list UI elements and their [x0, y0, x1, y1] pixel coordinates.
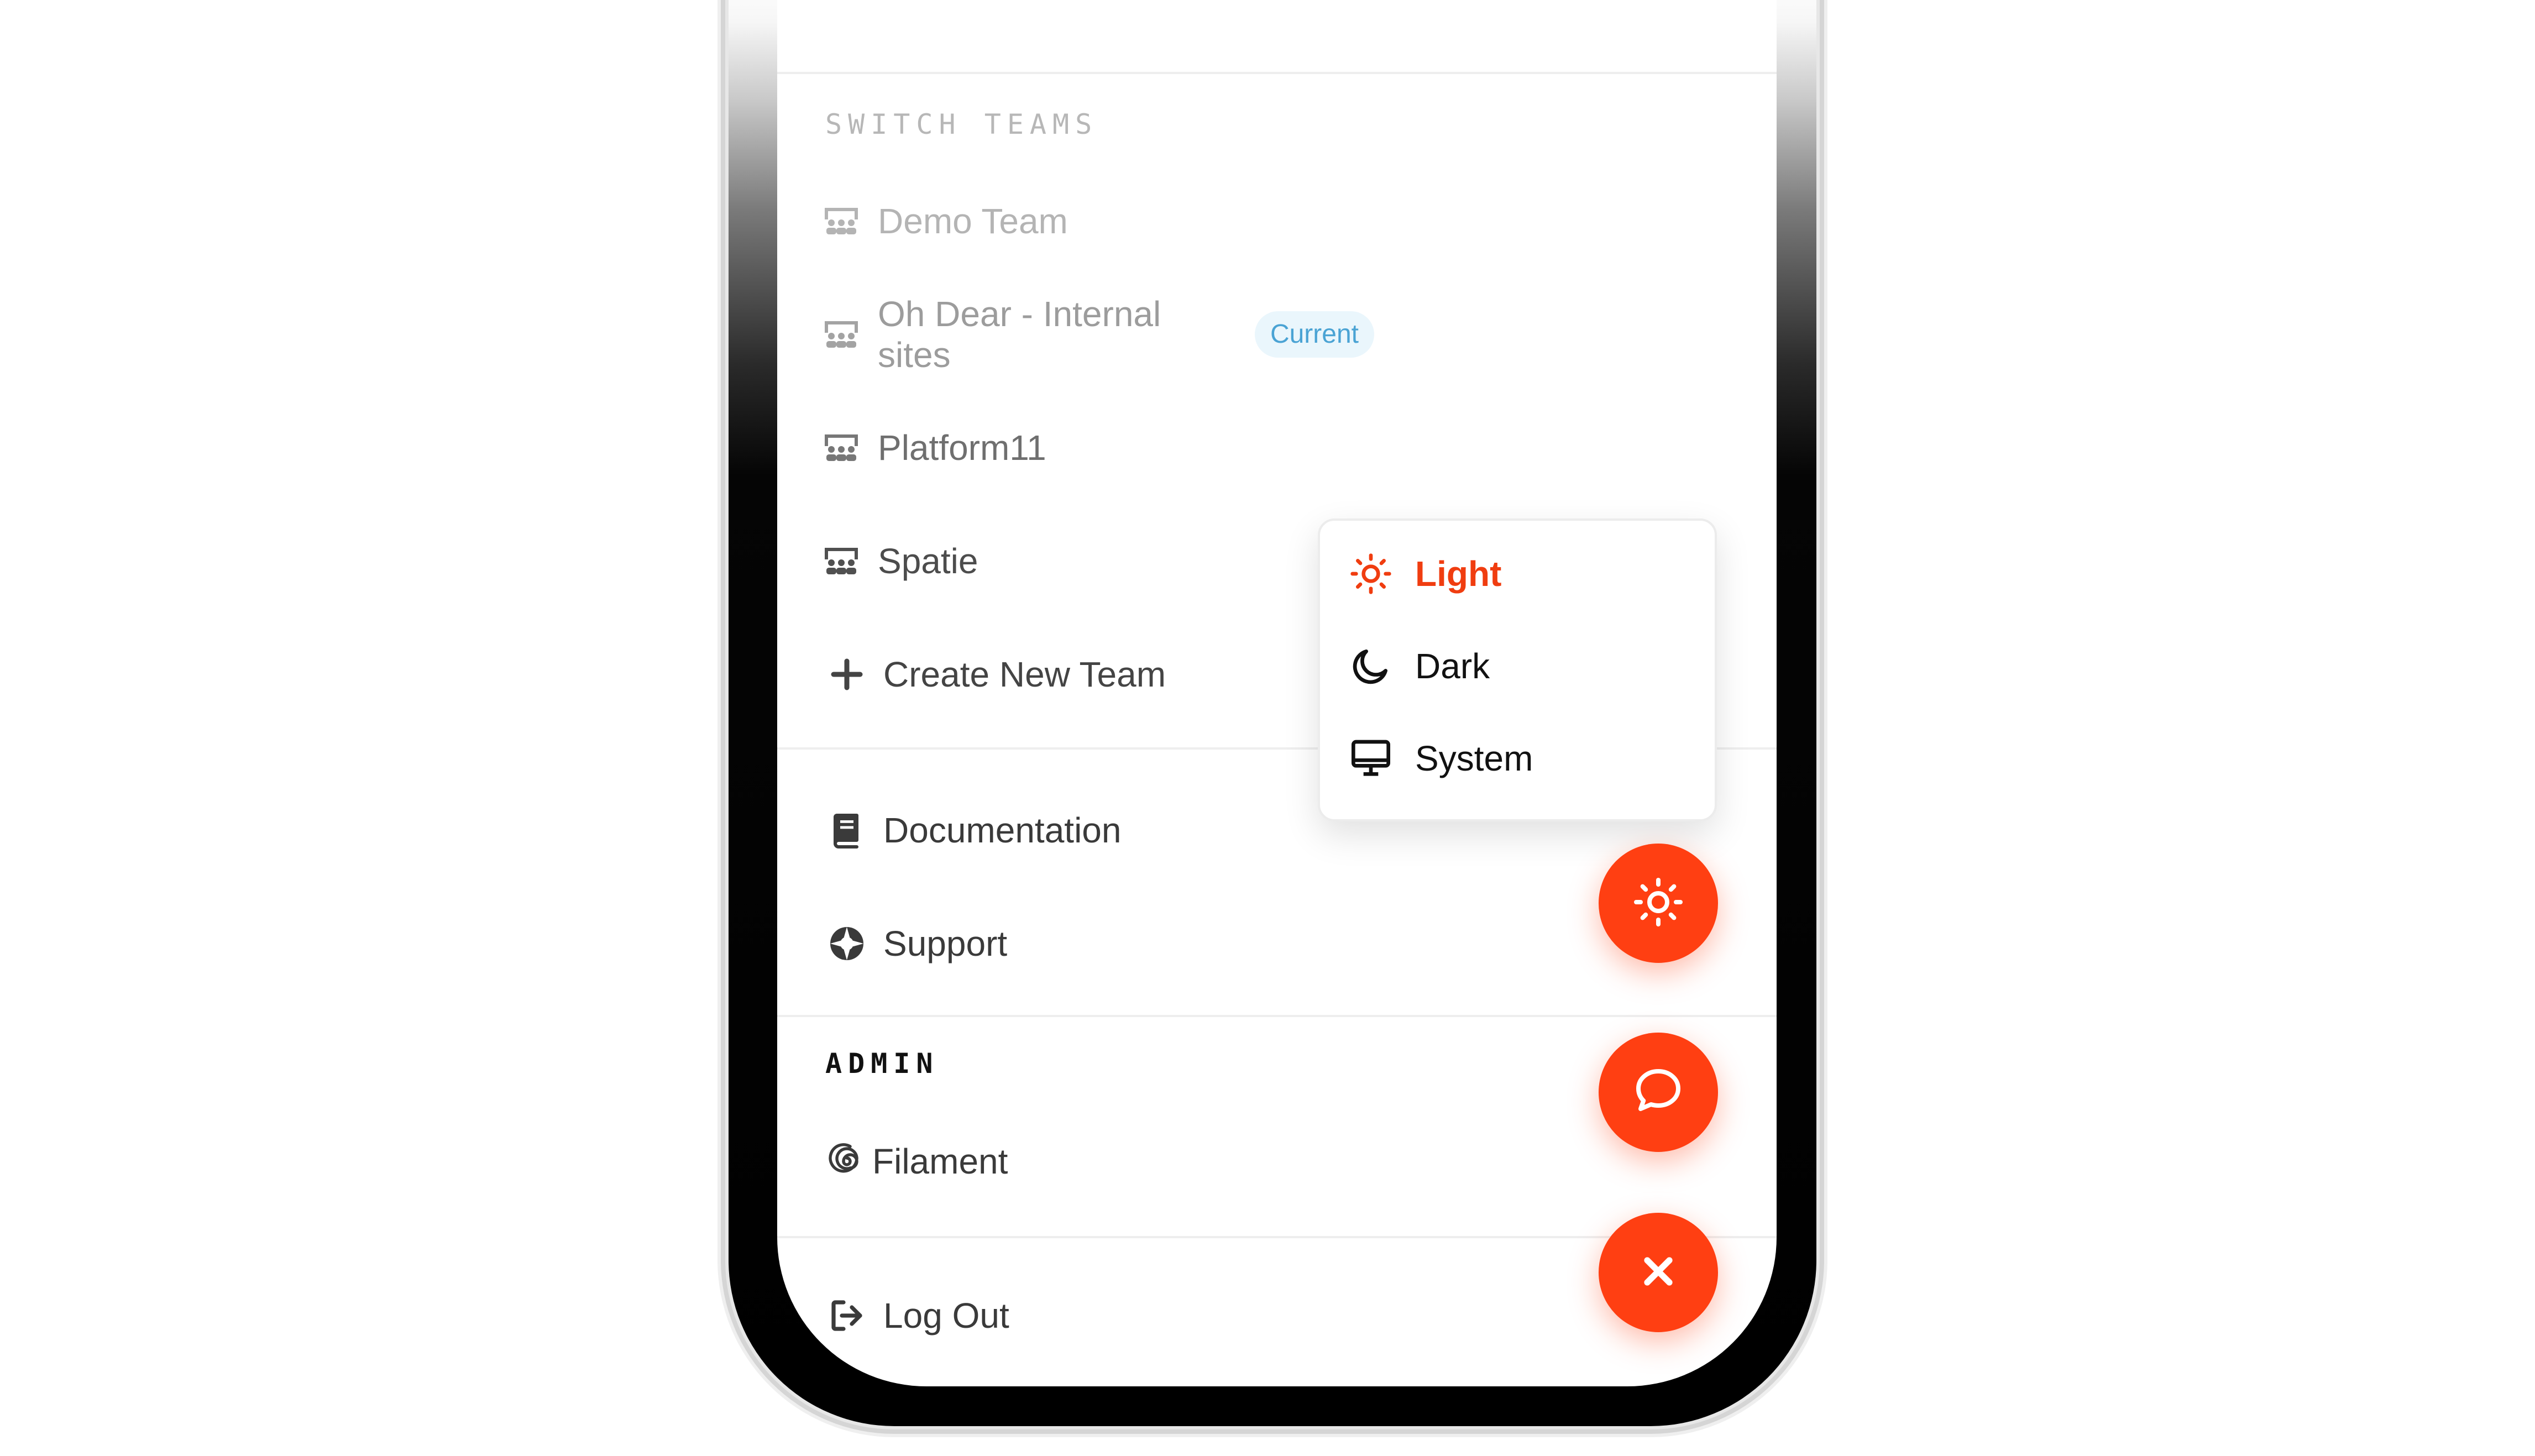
- logout-icon: [827, 1296, 867, 1335]
- close-icon: [1632, 1245, 1685, 1301]
- sun-icon: [1632, 876, 1685, 931]
- team-item-demo-team[interactable]: Demo Team: [821, 191, 1374, 252]
- filament-link[interactable]: Filament: [827, 1131, 1380, 1192]
- theme-option-label: Dark: [1415, 646, 1490, 686]
- team-item-label: Demo Team: [878, 201, 1068, 241]
- team-item-oh-dear-internal-sites[interactable]: Oh Dear - Internal sites Current: [821, 294, 1374, 375]
- theme-menu: Light Dark System: [1318, 518, 1717, 821]
- theme-option-label: Light: [1415, 554, 1502, 594]
- plus-icon: [827, 654, 867, 694]
- documentation-link[interactable]: Documentation: [827, 800, 1380, 861]
- theme-option-label: System: [1415, 739, 1533, 778]
- book-icon: [827, 810, 867, 850]
- team-item-platform11[interactable]: Platform11: [821, 417, 1374, 478]
- create-new-team-label: Create New Team: [883, 654, 1166, 694]
- team-item-label: Oh Dear - Internal sites: [878, 294, 1161, 375]
- top-divider: [777, 72, 1777, 74]
- current-team-badge: Current: [1254, 311, 1374, 358]
- chat-bubble-icon: [1632, 1065, 1685, 1120]
- monitor-icon: [1349, 736, 1393, 781]
- team-icon: [821, 541, 861, 581]
- switch-teams-heading: SWITCH TEAMS: [825, 108, 1098, 140]
- team-icon: [821, 428, 861, 468]
- support-link[interactable]: Support: [827, 913, 1380, 974]
- moon-icon: [1349, 644, 1393, 688]
- close-menu-button[interactable]: [1599, 1213, 1718, 1332]
- team-icon: [821, 201, 861, 241]
- filament-label: Filament: [872, 1141, 1008, 1181]
- chat-button[interactable]: [1599, 1033, 1718, 1152]
- logout-label: Log Out: [883, 1296, 1009, 1335]
- theme-option-system[interactable]: System: [1349, 725, 1691, 792]
- theme-toggle-button[interactable]: [1599, 844, 1718, 963]
- create-new-team-button[interactable]: Create New Team: [827, 644, 1380, 705]
- lifebuoy-icon: [827, 924, 867, 963]
- sun-icon: [1349, 552, 1393, 596]
- team-item-spatie[interactable]: Spatie: [821, 531, 1374, 591]
- team-item-label: Spatie: [878, 541, 978, 581]
- theme-option-dark[interactable]: Dark: [1349, 633, 1691, 699]
- documentation-label: Documentation: [883, 810, 1122, 850]
- theme-option-light[interactable]: Light: [1349, 541, 1691, 607]
- logout-button[interactable]: Log Out: [827, 1285, 1380, 1346]
- admin-heading: ADMIN: [825, 1048, 939, 1080]
- resources-divider: [777, 1015, 1777, 1017]
- filament-logo-icon: [827, 1141, 867, 1181]
- support-label: Support: [883, 924, 1008, 963]
- team-icon: [821, 315, 861, 354]
- team-item-label: Platform11: [878, 428, 1046, 468]
